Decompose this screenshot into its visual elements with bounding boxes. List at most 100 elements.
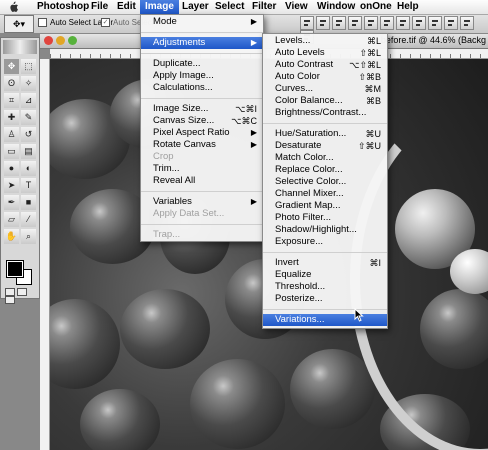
menu-item-selective-color[interactable]: Selective Color... (263, 176, 387, 188)
foreground-color-swatch[interactable] (6, 260, 24, 278)
submenu-arrow-icon: ▶ (250, 38, 257, 47)
dodge-tool-icon[interactable]: ◐ (21, 161, 36, 176)
full-screen-icon[interactable] (5, 296, 15, 304)
menu-item-posterize[interactable]: Posterize... (263, 293, 387, 305)
zoom-button[interactable] (68, 36, 77, 45)
menu-item-pixel-aspect-ratio[interactable]: Pixel Aspect Ratio ▶ (141, 127, 263, 139)
menu-item-calculations[interactable]: Calculations... (141, 82, 263, 94)
menu-item-variations[interactable]: Variations... (263, 314, 387, 326)
tool-preset-picker[interactable]: ✥▾ (4, 15, 34, 33)
menu-item-auto-color[interactable]: Auto Color ⇧⌘B (263, 71, 387, 83)
menu-item-hue-saturation[interactable]: Hue/Saturation... ⌘U (263, 128, 387, 140)
blur-tool-icon[interactable]: ● (4, 161, 19, 176)
menu-item-apply-image[interactable]: Apply Image... (141, 70, 263, 82)
menu-item-replace-color[interactable]: Replace Color... (263, 164, 387, 176)
menu-item-crop[interactable]: Crop (141, 151, 263, 163)
menu-item-exposure[interactable]: Exposure... (263, 236, 387, 248)
type-tool-icon[interactable]: T (21, 178, 36, 193)
menu-view[interactable]: View (280, 0, 313, 14)
distribute-top-icon[interactable] (396, 16, 410, 30)
menu-onone[interactable]: onOne (355, 0, 397, 14)
menu-item-label: Desaturate (275, 140, 322, 151)
menu-item-color-balance[interactable]: Color Balance... ⌘B (263, 95, 387, 107)
magic-wand-tool-icon[interactable]: ✧ (21, 76, 36, 91)
menu-item-trim[interactable]: Trim... (141, 163, 263, 175)
menu-item-variables[interactable]: Variables ▶ (141, 196, 263, 208)
menu-item-image-size[interactable]: Image Size... ⌥⌘I (141, 103, 263, 115)
menu-item-match-color[interactable]: Match Color... (263, 152, 387, 164)
menu-item-canvas-size[interactable]: Canvas Size... ⌥⌘C (141, 115, 263, 127)
clone-stamp-tool-icon[interactable]: ♙ (4, 127, 19, 142)
align-vcenter-icon[interactable] (316, 16, 330, 30)
menu-item-mode[interactable]: Mode ▶ (141, 16, 263, 28)
distribute-vcenter-icon[interactable] (412, 16, 426, 30)
menu-item-trap[interactable]: Trap... (141, 229, 263, 241)
eyedropper-tool-icon[interactable]: ⁄ (21, 212, 36, 227)
align-top-icon[interactable] (300, 16, 314, 30)
menu-edit[interactable]: Edit (112, 0, 141, 14)
menu-item-duplicate[interactable]: Duplicate... (141, 58, 263, 70)
healing-brush-tool-icon[interactable]: ✚ (4, 110, 19, 125)
menu-item-shortcut: ⇧⌘L (359, 48, 381, 58)
menu-item-levels[interactable]: Levels... ⌘L (263, 35, 387, 47)
menu-separator (141, 224, 263, 225)
menu-item-threshold[interactable]: Threshold... (263, 281, 387, 293)
align-left-icon[interactable] (348, 16, 362, 30)
menu-window[interactable]: Window (312, 0, 360, 14)
gradient-tool-icon[interactable]: ▤ (21, 144, 36, 159)
menu-item-label: Image Size... (153, 103, 209, 114)
slice-tool-icon[interactable]: ⊿ (21, 93, 36, 108)
apple-icon[interactable] (8, 1, 19, 13)
hand-tool-icon[interactable]: ✋ (4, 229, 19, 244)
menu-help[interactable]: Help (392, 0, 424, 14)
menu-item-auto-levels[interactable]: Auto Levels ⇧⌘L (263, 47, 387, 59)
pen-tool-icon[interactable]: ✒ (4, 195, 19, 210)
close-button[interactable] (44, 36, 53, 45)
path-selection-tool-icon[interactable]: ➤ (4, 178, 19, 193)
menu-item-apply-data-set[interactable]: Apply Data Set... (141, 208, 263, 220)
menu-item-reveal-all[interactable]: Reveal All (141, 175, 263, 187)
lasso-tool-icon[interactable]: ʘ (4, 76, 19, 91)
menu-item-gradient-map[interactable]: Gradient Map... (263, 200, 387, 212)
tool-grid: ✥ ⬚ ʘ ✧ ⌗ ⊿ ✚ ✎ ♙ ↺ ▭ ▤ ● ◐ ➤ T ✒ ■ ▱ ⁄ … (3, 58, 37, 245)
menu-item-channel-mixer[interactable]: Channel Mixer... (263, 188, 387, 200)
align-right-icon[interactable] (380, 16, 394, 30)
menu-filter[interactable]: Filter (247, 0, 281, 14)
minimize-button[interactable] (56, 36, 65, 45)
menu-item-shortcut: ⌘M (364, 84, 382, 94)
menu-item-auto-contrast[interactable]: Auto Contrast ⌥⇧⌘L (263, 59, 387, 71)
align-bottom-icon[interactable] (332, 16, 346, 30)
menu-item-curves[interactable]: Curves... ⌘M (263, 83, 387, 95)
brush-tool-icon[interactable]: ✎ (21, 110, 36, 125)
menu-item-brightness-contrast[interactable]: Brightness/Contrast... (263, 107, 387, 119)
checkmark-icon: ✓ (101, 18, 110, 28)
align-hcenter-icon[interactable] (364, 16, 378, 30)
distribute-hcenter-icon[interactable] (460, 16, 474, 30)
menu-layer[interactable]: Layer (177, 0, 214, 14)
eraser-tool-icon[interactable]: ▭ (4, 144, 19, 159)
shape-tool-icon[interactable]: ■ (21, 195, 36, 210)
menu-item-label: Gradient Map... (275, 200, 341, 211)
menu-file[interactable]: File (86, 0, 113, 14)
menu-item-rotate-canvas[interactable]: Rotate Canvas ▶ (141, 139, 263, 151)
menu-item-adjustments[interactable]: Adjustments ▶ (141, 37, 263, 49)
history-brush-tool-icon[interactable]: ↺ (21, 127, 36, 142)
notes-tool-icon[interactable]: ▱ (4, 212, 19, 227)
quick-mask-icon[interactable] (17, 288, 27, 296)
menu-item-equalize[interactable]: Equalize (263, 269, 387, 281)
marquee-tool-icon[interactable]: ⬚ (21, 59, 36, 74)
distribute-bottom-icon[interactable] (428, 16, 442, 30)
zoom-tool-icon[interactable]: ⌕ (21, 229, 36, 244)
menu-image[interactable]: Image (140, 0, 179, 14)
move-tool-icon[interactable]: ✥ (4, 59, 19, 74)
menu-item-photo-filter[interactable]: Photo Filter... (263, 212, 387, 224)
crop-tool-icon[interactable]: ⌗ (4, 93, 19, 108)
menu-item-shadow-highlight[interactable]: Shadow/Highlight... (263, 224, 387, 236)
menu-item-invert[interactable]: Invert ⌘I (263, 257, 387, 269)
distribute-left-icon[interactable] (444, 16, 458, 30)
standard-mode-icon[interactable] (5, 288, 15, 296)
menu-select[interactable]: Select (210, 0, 249, 14)
vertical-ruler[interactable] (40, 59, 50, 450)
menu-photoshop[interactable]: Photoshop (32, 0, 94, 14)
menu-item-desaturate[interactable]: Desaturate ⇧⌘U (263, 140, 387, 152)
